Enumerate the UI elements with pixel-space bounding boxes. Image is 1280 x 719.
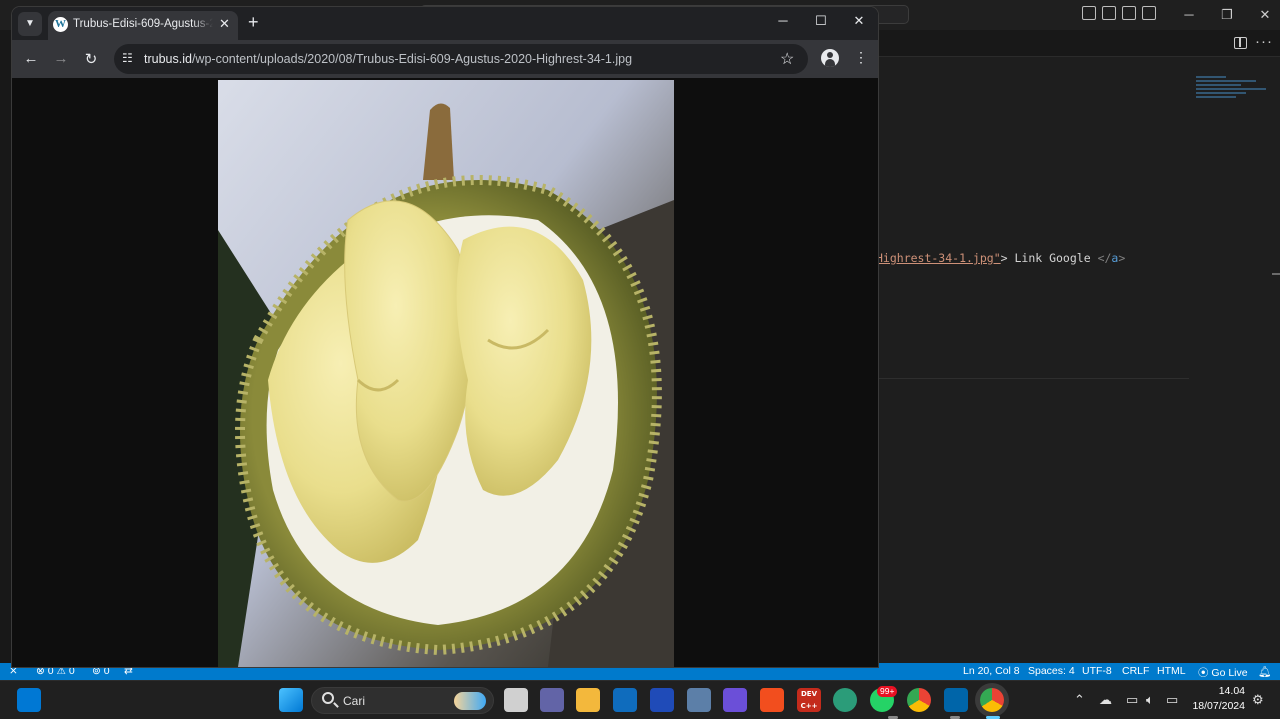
customize-layout-icon[interactable]: [1142, 6, 1156, 20]
address-bar[interactable]: ☷ trubus.id/wp-content/uploads/2020/08/T…: [114, 44, 808, 74]
notifications-bell-icon[interactable]: 🔔︎: [1258, 665, 1271, 678]
minimap[interactable]: [1196, 76, 1270, 106]
task-view-icon[interactable]: [504, 688, 528, 712]
photos-icon[interactable]: [687, 688, 711, 712]
clock-date: 18/07/2024: [1192, 700, 1245, 712]
chrome-active-icon[interactable]: [980, 688, 1004, 712]
whatsapp-badge: 99+: [877, 686, 898, 697]
code-line[interactable]: Highrest-34-1.jpg"> Link Google </a>: [876, 251, 1125, 265]
scrollbar-marker[interactable]: [1272, 273, 1280, 275]
close-icon[interactable]: ✕: [1246, 3, 1280, 27]
image-viewport: [12, 78, 878, 667]
editor-app-icon[interactable]: [650, 688, 674, 712]
chevron-down-icon: ▼: [25, 18, 35, 29]
code-close-tag-open: </: [1097, 251, 1112, 265]
go-live-button[interactable]: ⦿ Go Live: [1198, 665, 1248, 680]
volume-icon[interactable]: 🔈︎: [1146, 692, 1154, 708]
url-text: trubus.id/wp-content/uploads/2020/08/Tru…: [144, 52, 632, 66]
chrome-maximize-icon[interactable]: ☐: [811, 13, 831, 29]
onedrive-icon[interactable]: ☁: [1099, 692, 1112, 708]
chrome-close-icon[interactable]: ✕: [849, 13, 869, 29]
settings-gear-icon[interactable]: ⚙: [1252, 692, 1264, 708]
search-placeholder: Cari: [343, 694, 366, 708]
toggle-primary-sidebar-icon[interactable]: [1082, 6, 1096, 20]
code-close-tag-end: >: [1118, 251, 1126, 265]
display-icon[interactable]: ▭: [1126, 692, 1138, 708]
system-clock[interactable]: 14.04 18/07/2024: [1185, 684, 1245, 714]
new-tab-button[interactable]: +: [248, 12, 259, 33]
wordpress-favicon-icon: W: [53, 17, 68, 32]
battery-icon[interactable]: ▭: [1166, 692, 1178, 708]
back-icon[interactable]: ←: [21, 50, 41, 67]
editor-tab-toolbar: [879, 30, 1280, 57]
tab-active[interactable]: W Trubus-Edisi-609-Agustus-2020-Highrest…: [48, 11, 238, 40]
show-hidden-icons-icon[interactable]: ⌃: [1074, 692, 1085, 708]
tab-close-icon[interactable]: ✕: [219, 16, 230, 32]
indentation[interactable]: Spaces: 4: [1028, 665, 1075, 677]
chrome-profile-icon[interactable]: [907, 688, 931, 712]
layout-controls: [1082, 6, 1156, 20]
more-actions-icon[interactable]: ···: [1255, 33, 1273, 50]
toggle-secondary-sidebar-icon[interactable]: [1122, 6, 1136, 20]
activity-bar: [0, 30, 12, 664]
reload-icon[interactable]: ↻: [81, 50, 101, 68]
profile-avatar-icon[interactable]: [821, 49, 839, 67]
bookmark-star-icon[interactable]: ☆: [780, 49, 794, 69]
durian-photo: [218, 80, 674, 667]
tab-title: Trubus-Edisi-609-Agustus-2020-Highrest-3…: [73, 18, 213, 30]
widgets-icon[interactable]: [17, 688, 41, 712]
teams-chat-icon[interactable]: [540, 688, 564, 712]
minimize-icon[interactable]: ─: [1170, 3, 1208, 27]
figma-icon[interactable]: [760, 688, 784, 712]
forward-icon[interactable]: →: [51, 50, 71, 67]
clock-time: 14.04: [1218, 685, 1245, 697]
mail-icon[interactable]: [613, 688, 637, 712]
chrome-minimize-icon[interactable]: ─: [773, 13, 793, 28]
end-of-line[interactable]: CRLF: [1122, 665, 1149, 677]
split-editor-icon[interactable]: [1234, 37, 1247, 49]
code-string-link[interactable]: Highrest-34-1.jpg": [876, 251, 1001, 265]
site-info-icon[interactable]: ☷: [122, 51, 133, 65]
url-domain: trubus.id: [144, 52, 192, 66]
search-highlight-icon: [454, 692, 486, 710]
vscode-icon[interactable]: [944, 688, 968, 712]
power-automate-icon[interactable]: [723, 688, 747, 712]
tab-strip: ▼ W Trubus-Edisi-609-Agustus-2020-Highre…: [12, 7, 878, 40]
chrome-toolbar: ← → ↻ ☷ trubus.id/wp-content/uploads/202…: [12, 40, 878, 78]
taskbar-search[interactable]: Cari: [311, 687, 494, 714]
restore-icon[interactable]: ❐: [1208, 3, 1246, 27]
language-mode[interactable]: HTML: [1157, 665, 1186, 677]
go-live-label: Go Live: [1211, 667, 1248, 679]
cursor-position[interactable]: Ln 20, Col 8: [963, 665, 1020, 677]
windows-start-icon[interactable]: [279, 688, 303, 712]
vscode-window-controls: ─ ❐ ✕: [1170, 3, 1280, 27]
chrome-window: ▼ W Trubus-Edisi-609-Agustus-2020-Highre…: [12, 7, 878, 667]
url-path: /wp-content/uploads/2020/08/Trubus-Edisi…: [191, 52, 633, 66]
chrome-menu-icon[interactable]: ⋮: [854, 49, 868, 66]
code-text: > Link Google: [1000, 251, 1098, 265]
edge-icon[interactable]: [833, 688, 857, 712]
file-explorer-icon[interactable]: [576, 688, 600, 712]
search-icon: [322, 692, 334, 704]
editor-divider: [879, 378, 1189, 379]
tab-search-button[interactable]: ▼: [18, 12, 42, 36]
devcpp-icon[interactable]: DEV C++: [797, 688, 821, 712]
encoding[interactable]: UTF-8: [1082, 665, 1112, 677]
broadcast-icon: ⦿: [1198, 667, 1209, 679]
windows-taskbar: Cari DEV C++ 99+ ⌃ ☁ ▭ 🔈︎ ▭ 14.04 18/07/…: [0, 680, 1280, 719]
toggle-panel-icon[interactable]: [1102, 6, 1116, 20]
